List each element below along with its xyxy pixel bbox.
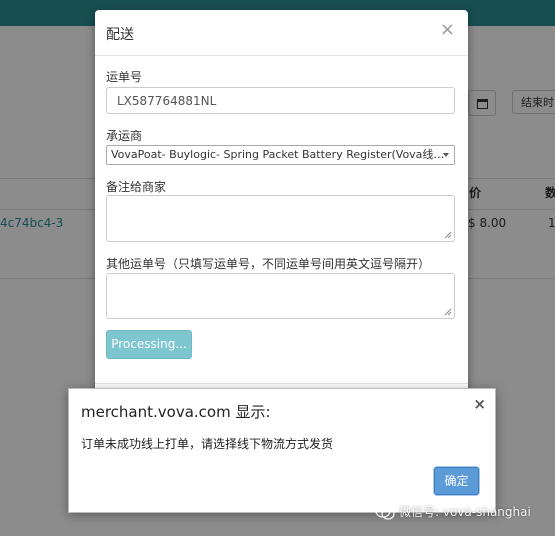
carrier-select[interactable]: VovaPoat- Buylogic- Spring Packet Batter…: [106, 145, 455, 165]
alert-dialog: merchant.vova.com 显示: × 订单未成功线上打单，请选择线下物…: [68, 388, 496, 513]
alert-title: merchant.vova.com 显示:: [81, 403, 271, 421]
carrier-selected-value: VovaPoat- Buylogic- Spring Packet Batter…: [111, 148, 445, 161]
wechat-icon: [375, 503, 395, 520]
carrier-label: 承运商: [106, 129, 143, 143]
ok-button[interactable]: 确定: [434, 467, 479, 495]
watermark: 微信号: vova-shanghai: [375, 503, 531, 520]
modal-title: 配送: [106, 27, 134, 43]
watermark-text: 微信号: vova-shanghai: [399, 505, 531, 519]
modal-header: 配送 ×: [95, 10, 468, 56]
note-to-merchant-label: 备注给商家: [106, 180, 167, 194]
resize-grip-icon[interactable]: [444, 308, 452, 316]
chevron-down-icon: [443, 153, 449, 157]
close-icon[interactable]: ×: [473, 395, 486, 413]
tracking-number-label: 运单号: [106, 70, 143, 84]
modal-footer-divider: [95, 383, 468, 384]
note-to-merchant-textarea[interactable]: [106, 195, 455, 242]
tracking-number-input[interactable]: [106, 87, 455, 114]
other-tracking-label: 其他运单号（只填写运单号，不同运单号间用英文逗号隔开）: [106, 257, 431, 271]
close-icon[interactable]: ×: [440, 21, 455, 39]
resize-grip-icon[interactable]: [444, 231, 452, 239]
processing-button[interactable]: Processing...: [106, 330, 192, 359]
shipping-modal: 配送 × 运单号 承运商 VovaPoat- Buylogic- Spring …: [95, 10, 468, 410]
alert-message: 订单未成功线上打单，请选择线下物流方式发货: [81, 437, 334, 451]
other-tracking-textarea[interactable]: [106, 273, 455, 319]
